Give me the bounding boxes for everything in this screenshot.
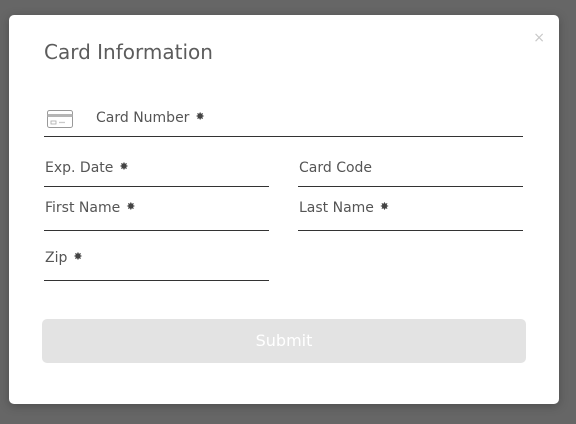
submit-button[interactable]: Submit — [42, 319, 526, 363]
last-name-label-text: Last Name — [299, 200, 374, 216]
modal-title: Card Information — [44, 40, 213, 64]
exp-date-field[interactable]: Exp. Date ✸ — [44, 156, 269, 187]
zip-label: Zip ✸ — [45, 250, 83, 266]
required-marker: ✸ — [126, 200, 136, 213]
last-name-field[interactable]: Last Name ✸ — [298, 200, 523, 231]
card-number-field[interactable]: Card Number ✸ — [44, 106, 523, 137]
card-code-field[interactable]: Card Code — [298, 156, 523, 187]
required-marker: ✸ — [195, 110, 205, 123]
exp-date-label-text: Exp. Date — [45, 160, 114, 176]
zip-field[interactable]: Zip ✸ — [44, 250, 269, 281]
card-number-label-text: Card Number — [96, 110, 190, 126]
required-marker: ✸ — [379, 200, 390, 213]
first-name-label: First Name ✸ — [45, 200, 135, 216]
required-marker: ✸ — [73, 250, 83, 263]
last-name-label: Last Name ✸ — [299, 200, 389, 216]
card-code-label-text: Card Code — [299, 160, 373, 176]
card-code-label: Card Code — [299, 160, 372, 176]
card-number-label: Card Number ✸ — [96, 110, 205, 126]
first-name-label-text: First Name — [45, 200, 121, 216]
credit-card-icon — [47, 110, 73, 128]
card-information-modal: × Card Information Card Number ✸ Exp. Dat… — [9, 15, 559, 404]
exp-date-label: Exp. Date ✸ — [45, 160, 129, 176]
close-icon[interactable]: × — [533, 31, 545, 45]
first-name-field[interactable]: First Name ✸ — [44, 200, 269, 231]
required-marker: ✸ — [119, 160, 129, 173]
zip-label-text: Zip — [45, 250, 68, 266]
